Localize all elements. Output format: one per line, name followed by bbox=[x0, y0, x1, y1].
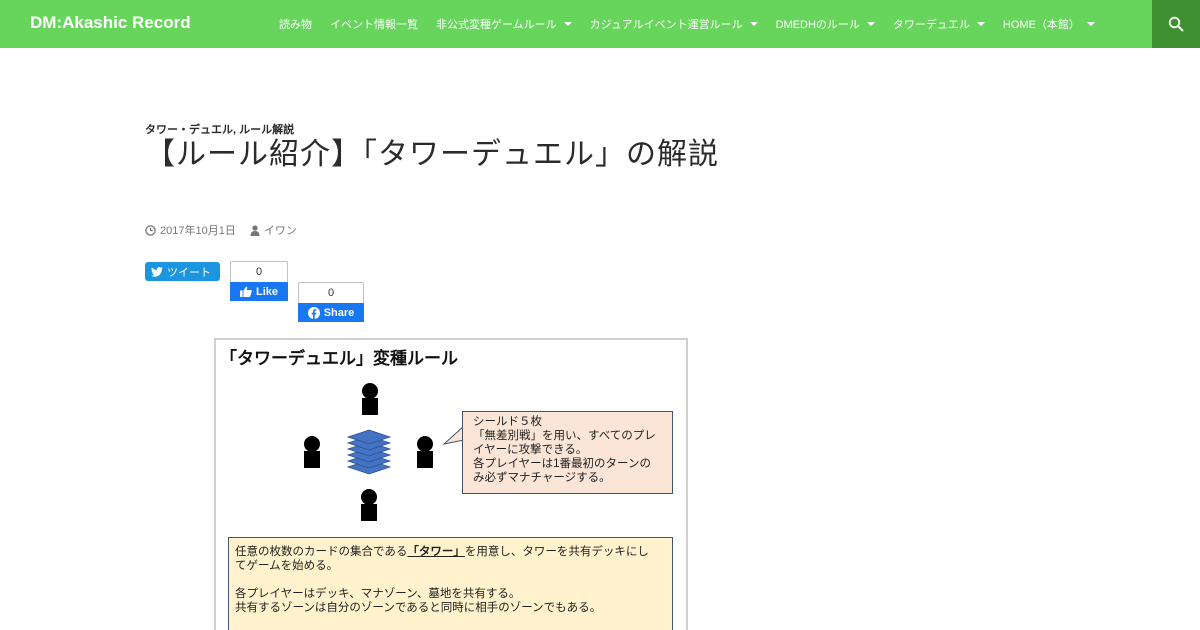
player-right-icon bbox=[417, 436, 433, 468]
rules-figure: 「タワーデュエル」変種ルール シールド５枚 「無差別戦」を用い、すべてのプレ イ… bbox=[214, 338, 688, 630]
chevron-down-icon bbox=[563, 22, 572, 26]
tweet-button[interactable]: ツイート bbox=[145, 262, 220, 281]
like-count: 0 bbox=[230, 261, 288, 282]
rule-line: てゲームを始める。 bbox=[235, 560, 339, 572]
search-icon bbox=[1168, 16, 1184, 32]
chevron-down-icon bbox=[749, 22, 758, 26]
like-label: Like bbox=[255, 285, 278, 298]
nav-item-reading[interactable]: 読み物 bbox=[270, 0, 321, 48]
category-links[interactable]: タワー・デュエル, ルール解説 bbox=[145, 121, 294, 137]
callout-line: 各プレイヤーは1番最初のターンの bbox=[473, 458, 651, 470]
nav-item-label: 非公式変種ゲームルール bbox=[436, 19, 557, 31]
nav-item-label: カジュアルイベント運営ルール bbox=[589, 19, 743, 31]
player-left-icon bbox=[304, 436, 320, 468]
nav-item-dmedh-rules[interactable]: DMEDHのルール bbox=[767, 0, 884, 48]
callout-bubble: シールド５枚 「無差別戦」を用い、すべてのプレ イヤーに攻撃できる。 各プレイヤ… bbox=[462, 411, 673, 494]
share-count: 0 bbox=[298, 282, 364, 303]
post-meta: 2017年10月1日 イワン bbox=[145, 222, 311, 238]
primary-navigation: 読み物 イベント情報一覧 非公式変種ゲームルール カジュアルイベント運営ルール … bbox=[270, 0, 1104, 48]
nav-item-label: HOME（本館） bbox=[1002, 19, 1080, 31]
nav-item-casual-event-rules[interactable]: カジュアルイベント運営ルール bbox=[581, 0, 767, 48]
rule-line: 共有するゾーンは自分のゾーンであると同時に相手のゾーンでもある。 bbox=[235, 602, 602, 614]
player-bottom-icon bbox=[361, 489, 377, 521]
callout-line: 「無差別戦」を用い、すべてのプレ bbox=[473, 430, 656, 442]
nav-item-label: イベント情報一覧 bbox=[330, 19, 418, 31]
post-date[interactable]: 2017年10月1日 bbox=[145, 222, 236, 238]
like-action[interactable]: Like bbox=[230, 282, 288, 301]
callout-pointer bbox=[442, 424, 465, 445]
post-date-text: 2017年10月1日 bbox=[160, 225, 236, 237]
twitter-bird-icon bbox=[151, 266, 163, 277]
facebook-like-button[interactable]: 0 Like bbox=[230, 261, 288, 301]
site-title-link[interactable]: DM:Akashic Record bbox=[30, 13, 191, 33]
player-top-icon bbox=[362, 383, 378, 415]
callout-line: シールド５枚 bbox=[473, 416, 542, 428]
facebook-share-button[interactable]: 0 Share bbox=[298, 282, 364, 322]
rule-text: 任意の枚数のカードの集合である bbox=[235, 546, 408, 558]
rule-text: を用意し、タワーを共有デッキにし bbox=[464, 546, 649, 558]
nav-item-label: DMEDHのルール bbox=[775, 19, 860, 31]
thumbs-up-icon bbox=[239, 286, 252, 297]
callout-line: み必ずマナチャージする。 bbox=[473, 472, 611, 484]
facebook-icon bbox=[307, 306, 320, 319]
nav-item-tower-duel[interactable]: タワーデュエル bbox=[884, 0, 994, 48]
rule-line: 各プレイヤーはデッキ、マナゾーン、墓地を共有する。 bbox=[235, 588, 521, 600]
nav-item-home[interactable]: HOME（本館） bbox=[994, 0, 1104, 48]
nav-item-events[interactable]: イベント情報一覧 bbox=[321, 0, 427, 48]
nav-item-label: 読み物 bbox=[279, 19, 312, 31]
rule-description-box: 任意の枚数のカードの集合である「タワー」を用意し、タワーを共有デッキにし てゲー… bbox=[228, 537, 673, 630]
clock-icon bbox=[145, 224, 156, 236]
rule-line: 任意の枚数のカードの集合である「タワー」を用意し、タワーを共有デッキにし bbox=[235, 545, 666, 559]
chevron-down-icon bbox=[976, 22, 985, 26]
site-header: DM:Akashic Record 読み物 イベント情報一覧 非公式変種ゲームル… bbox=[0, 0, 1200, 48]
nav-item-variant-rules[interactable]: 非公式変種ゲームルール bbox=[427, 0, 581, 48]
tower-deck-icon bbox=[346, 429, 392, 475]
chevron-down-icon bbox=[866, 22, 875, 26]
post-title: 【ルール紹介】「タワーデュエル」の解説 bbox=[145, 138, 719, 171]
nav-item-label: タワーデュエル bbox=[892, 19, 970, 31]
post-author-name: イワン bbox=[263, 225, 297, 237]
tweet-button-label: ツイート bbox=[167, 266, 211, 279]
search-toggle-button[interactable] bbox=[1152, 0, 1200, 48]
share-label: Share bbox=[323, 306, 355, 319]
callout-line: イヤーに攻撃できる。 bbox=[473, 444, 588, 456]
chevron-down-icon bbox=[1086, 22, 1095, 26]
user-icon bbox=[250, 224, 260, 236]
post-author[interactable]: イワン bbox=[250, 222, 297, 238]
tower-term: 「タワー」 bbox=[407, 546, 465, 558]
share-action[interactable]: Share bbox=[298, 303, 364, 322]
